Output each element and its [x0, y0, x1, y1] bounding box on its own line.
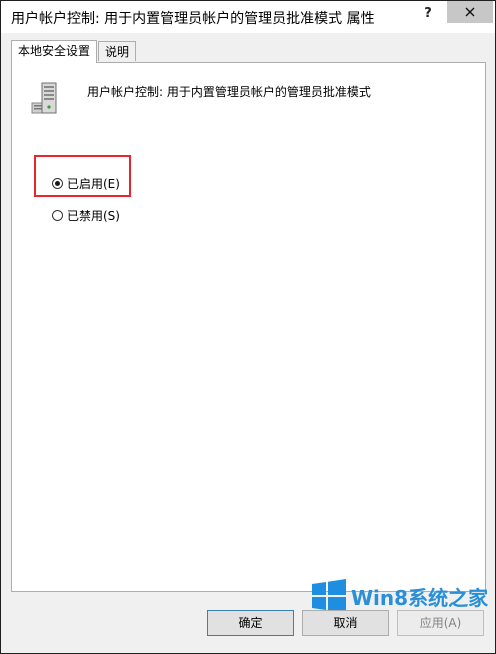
window-title: 用户帐户控制: 用于内置管理员帐户的管理员批准模式 属性: [11, 11, 375, 27]
help-button[interactable]: ?: [415, 3, 441, 25]
policy-name: 用户帐户控制: 用于内置管理员帐户的管理员批准模式: [87, 85, 371, 99]
ok-button[interactable]: 确定: [207, 610, 294, 636]
tab-explain[interactable]: 说明: [98, 41, 137, 61]
properties-dialog: 用户帐户控制: 用于内置管理员帐户的管理员批准模式 属性 ? 本地安全设置 说明…: [0, 0, 496, 654]
title-bar: 用户帐户控制: 用于内置管理员帐户的管理员批准模式 属性 ?: [1, 1, 495, 33]
radio-enabled-indicator[interactable]: [52, 178, 63, 189]
radio-disabled-label: 已禁用(S): [67, 209, 120, 223]
cancel-button[interactable]: 取消: [302, 610, 389, 636]
radio-disabled[interactable]: 已禁用(S): [52, 207, 120, 224]
apply-button[interactable]: 应用(A): [397, 610, 484, 636]
radio-disabled-indicator[interactable]: [52, 210, 63, 221]
close-button[interactable]: [447, 1, 493, 23]
radio-enabled[interactable]: 已启用(E): [52, 175, 120, 192]
tab-panel: 用户帐户控制: 用于内置管理员帐户的管理员批准模式 已启用(E) 已禁用(S): [11, 62, 486, 592]
tab-local-security-setting[interactable]: 本地安全设置: [11, 40, 98, 63]
watermark-text: Win8系统之家: [351, 585, 489, 610]
radio-enabled-label: 已启用(E): [67, 177, 120, 191]
server-policy-icon: [31, 82, 57, 114]
close-icon: [465, 7, 475, 17]
windows-logo-icon: [312, 579, 346, 613]
